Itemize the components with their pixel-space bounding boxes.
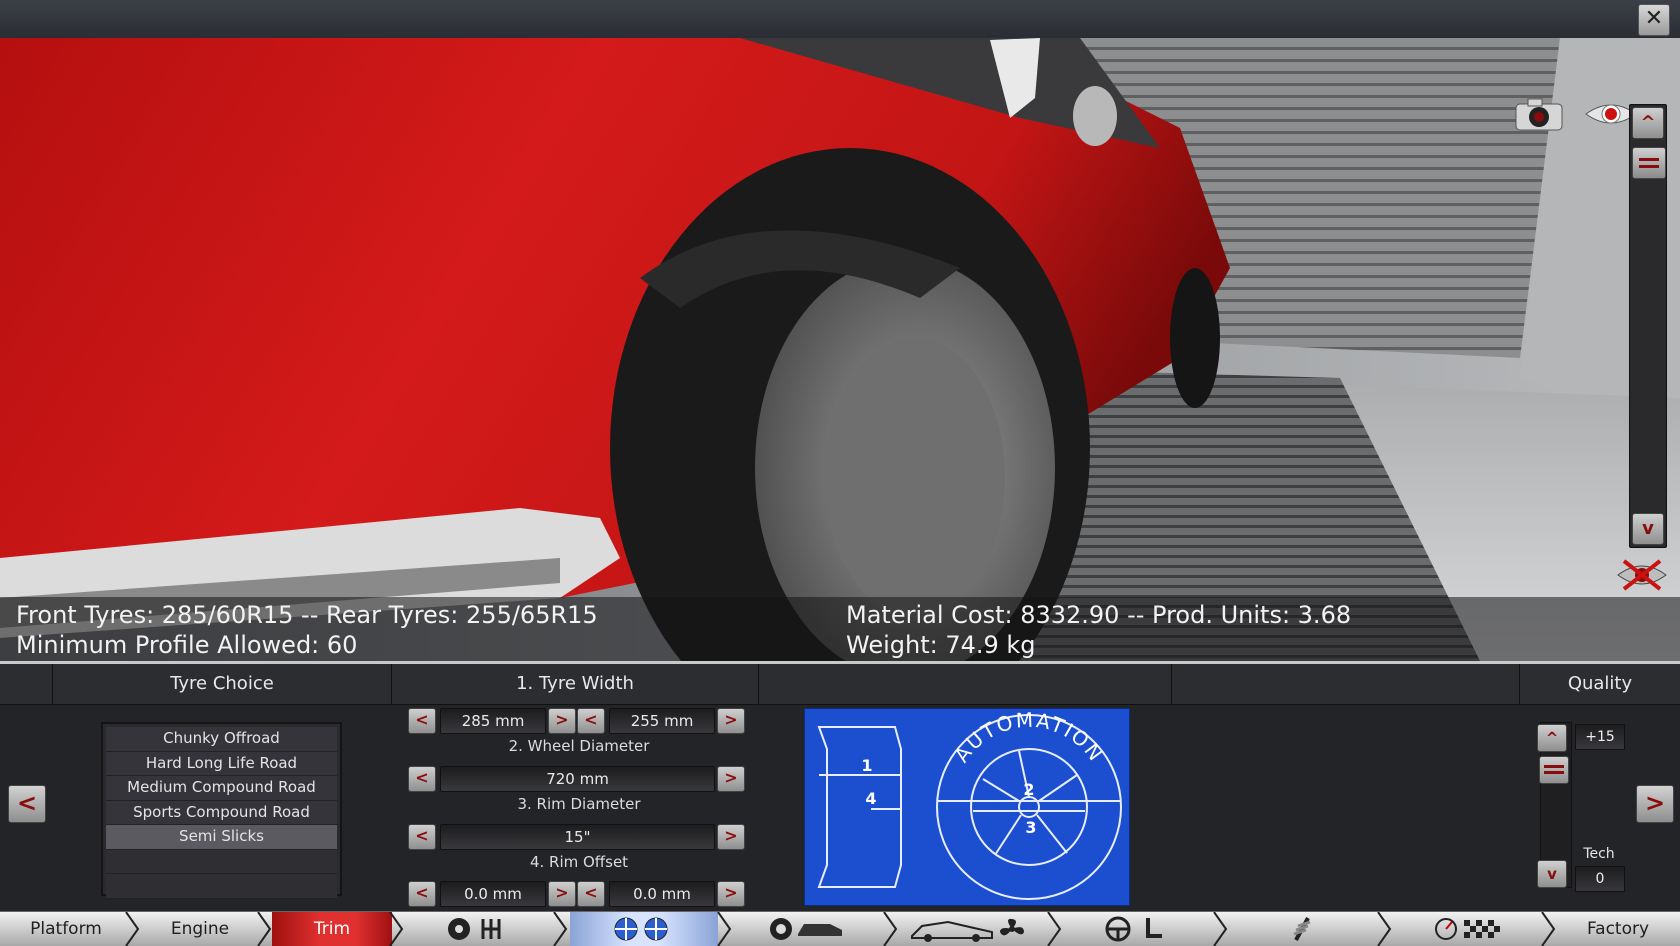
front-width-decrease-button[interactable]: < [408, 708, 436, 734]
wheel-diameter-increase-button[interactable]: > [717, 766, 745, 792]
blueprint-mark-2: 2 [1023, 780, 1034, 799]
car-aero-icon[interactable] [908, 916, 1028, 942]
tyre-choice-title: Tyre Choice [53, 664, 392, 705]
nav-chevron-icon [553, 912, 568, 946]
wheel-diameter-value: 720 mm [440, 766, 715, 792]
nav-chevron-icon [1213, 912, 1228, 946]
blueprint-mark-4: 4 [865, 789, 876, 808]
list-item[interactable]: Medium Compound Road [106, 776, 337, 801]
zoom-slider[interactable]: ^ v [1629, 104, 1667, 548]
brakes-body-icon[interactable] [768, 916, 846, 942]
nav-chevron-icon [1541, 912, 1556, 946]
nav-chevron-icon [1377, 912, 1392, 946]
car-viewport[interactable]: ^ v [0, 38, 1680, 661]
tyre-choice-list: Chunky Offroad Hard Long Life Road Mediu… [101, 722, 342, 899]
nav-trim[interactable]: Trim [272, 912, 392, 946]
tyre-settings-panel: Tyre Choice 1. Tyre Width Quality < > Ch… [0, 661, 1680, 914]
panel-head-blank [759, 664, 1172, 705]
hide-eye-icon[interactable] [1616, 555, 1668, 595]
zoom-slider-thumb[interactable] [1632, 147, 1666, 179]
tyre-sizes-text: Front Tyres: 285/60R15 -- Rear Tyres: 25… [16, 601, 598, 629]
nav-chevron-icon [883, 912, 898, 946]
nav-chevron-icon [257, 912, 272, 946]
blueprint-mark-1: 1 [861, 756, 872, 775]
rim-diameter-value: 15" [440, 824, 715, 850]
blueprint-mark-3: 3 [1025, 818, 1036, 837]
blueprint-brand-text: AUTOMATION [949, 709, 1106, 767]
tech-value: 0 [1575, 866, 1625, 892]
nav-chevron-icon [717, 912, 732, 946]
nav-factory[interactable]: Factory [1558, 912, 1678, 946]
rim-offset-label: 4. Rim Offset [529, 853, 629, 871]
tyre-width-title: 1. Tyre Width [392, 664, 759, 705]
rear-offset-decrease-button[interactable]: < [577, 881, 605, 907]
stats-overlay: Front Tyres: 285/60R15 -- Rear Tyres: 25… [0, 597, 1680, 661]
rear-width-increase-button[interactable]: > [717, 708, 745, 734]
rear-width-value: 255 mm [609, 708, 715, 734]
list-item-empty [106, 849, 337, 874]
rim-diameter-decrease-button[interactable]: < [408, 824, 436, 850]
tech-label: Tech [1583, 846, 1615, 862]
panel-head-blank-2 [1172, 664, 1520, 705]
quality-up-button[interactable]: ^ [1537, 724, 1567, 752]
next-section-button[interactable]: > [1636, 785, 1674, 823]
zoom-down-button[interactable]: v [1632, 513, 1664, 545]
front-offset-decrease-button[interactable]: < [408, 881, 436, 907]
quality-value: +15 [1575, 724, 1625, 750]
front-offset-value: 0.0 mm [440, 881, 546, 907]
front-width-increase-button[interactable]: > [548, 708, 576, 734]
nav-engine[interactable]: Engine [140, 912, 260, 946]
interior-icon[interactable] [1104, 916, 1168, 942]
suspension-icon[interactable] [1286, 916, 1320, 942]
panel-head-spacer [0, 664, 53, 705]
front-offset-increase-button[interactable]: > [548, 881, 576, 907]
rear-width-decrease-button[interactable]: < [577, 708, 605, 734]
nav-chevron-icon [125, 912, 140, 946]
designer-nav-bar: Platform Engine Trim Factory [0, 911, 1680, 946]
prev-section-button[interactable]: < [8, 785, 46, 823]
list-item-empty [106, 874, 337, 899]
rim-diameter-label: 3. Rim Diameter [517, 795, 641, 813]
quality-down-button[interactable]: v [1537, 860, 1567, 888]
zoom-up-button[interactable]: ^ [1632, 107, 1664, 139]
top-bar: ✕ [0, 0, 1680, 39]
gearbox-icon[interactable] [445, 916, 515, 942]
rear-offset-increase-button[interactable]: > [717, 881, 745, 907]
rim-diameter-increase-button[interactable]: > [717, 824, 745, 850]
quality-slider-thumb[interactable] [1539, 756, 1569, 784]
wheel-blueprint-diagram: 1 4 2 3 AUTOMATION [804, 708, 1130, 906]
car-scene-image [0, 38, 1680, 661]
testing-icon[interactable] [1434, 916, 1502, 942]
nav-chevron-icon [389, 912, 404, 946]
list-item[interactable]: Chunky Offroad [106, 727, 337, 752]
list-item-selected[interactable]: Semi Slicks [106, 825, 337, 850]
wheel-diameter-decrease-button[interactable]: < [408, 766, 436, 792]
nav-chevron-icon [1047, 912, 1062, 946]
wheel-diameter-label: 2. Wheel Diameter [508, 737, 650, 755]
weight-text: Weight: 74.9 kg [846, 631, 1036, 659]
svg-text:AUTOMATION: AUTOMATION [949, 709, 1108, 767]
min-profile-text: Minimum Profile Allowed: 60 [16, 631, 358, 659]
list-item[interactable]: Hard Long Life Road [106, 751, 337, 776]
front-width-value: 285 mm [440, 708, 546, 734]
rear-offset-value: 0.0 mm [609, 881, 715, 907]
quality-title: Quality [1520, 664, 1680, 705]
close-button[interactable]: ✕ [1638, 4, 1670, 36]
camera-icon[interactable] [1514, 96, 1564, 132]
material-cost-text: Material Cost: 8332.90 -- Prod. Units: 3… [846, 601, 1352, 629]
list-item[interactable]: Sports Compound Road [106, 800, 337, 825]
wheels-icon[interactable] [610, 916, 674, 942]
nav-platform[interactable]: Platform [0, 912, 132, 946]
